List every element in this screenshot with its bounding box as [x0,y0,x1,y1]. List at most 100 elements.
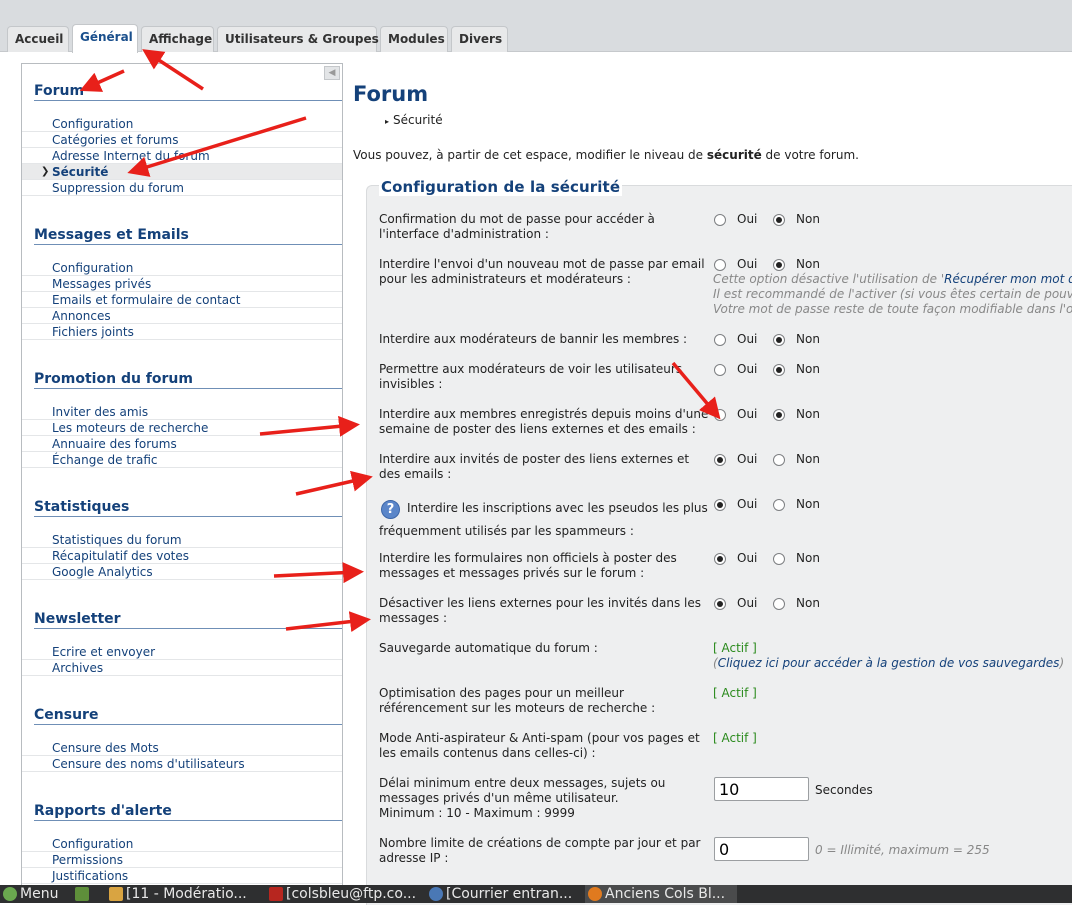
desktop-taskbar: Menu [11 - Modératio... [colsbleu@ftp.co… [0,885,1072,903]
radio-guests-links-non[interactable] [773,454,785,466]
mint-menu-icon [3,887,17,901]
radio-new-password-email-oui[interactable] [714,259,726,271]
sidebar-section-promotion[interactable]: Promotion du forum [34,371,342,389]
sidebar-item-messages-prives[interactable]: Messages privés [22,276,342,292]
radio-mod-ban-non[interactable] [773,334,785,346]
label-line: messages privés d'un même utilisateur. [379,791,619,805]
radio-mod-ban-oui[interactable] [714,334,726,346]
setting-note-line: Votre mot de passe reste de toute façon … [713,302,1072,316]
status-badge-auto-backup: [ Actif ] [713,641,757,655]
option-label-oui: Oui [737,452,758,466]
sidebar-item-moteurs-recherche[interactable]: Les moteurs de recherche [22,420,342,436]
tab-divers[interactable]: Divers [451,26,508,52]
taskbar-text-editor[interactable]: [11 - Modératio... [106,885,258,903]
tab-general[interactable]: Général [72,24,138,53]
sidebar-item-censure-mots[interactable]: Censure des Mots [22,740,342,756]
setting-label-mod-ban: Interdire aux modérateurs de bannir les … [379,332,688,346]
admin-sidebar: ◀ Forum Configuration Catégories et foru… [21,63,343,893]
radio-spam-pseudos-non[interactable] [773,499,785,511]
intro-bold: sécurité [706,148,762,162]
radio-mod-see-invisible-non[interactable] [773,364,785,376]
sidebar-item-securite[interactable]: ❯ Sécurité [22,164,342,180]
sidebar-item-censure-noms[interactable]: Censure des noms d'utilisateurs [22,756,342,772]
sidebar-section-forum[interactable]: Forum [34,83,342,101]
tab-accueil[interactable]: Accueil [7,26,69,52]
top-tab-bar: Accueil Général Affichage Utilisateurs &… [0,0,1072,53]
radio-guest-external-links-non[interactable] [773,598,785,610]
sidebar-item-echange-trafic[interactable]: Échange de trafic [22,452,342,468]
radio-new-members-links-oui[interactable] [714,409,726,421]
sidebar-section-newsletter[interactable]: Newsletter [34,611,342,629]
option-label-oui: Oui [737,362,758,376]
paren: ) [1059,656,1065,670]
radio-unofficial-forms-oui[interactable] [714,553,726,565]
radio-new-password-email-non[interactable] [773,259,785,271]
radio-unofficial-forms-non[interactable] [773,553,785,565]
sidebar-item-emails-contact[interactable]: Emails et formulaire de contact [22,292,342,308]
taskbar-filezilla[interactable]: [colsbleu@ftp.co... [266,885,420,903]
collapse-sidebar-icon[interactable]: ◀ [324,66,340,80]
breadcrumb-arrow-icon: ▸ [385,117,390,126]
sidebar-item-annonces[interactable]: Annonces [22,308,342,324]
option-label-non: Non [796,332,820,346]
sidebar-item-annuaire-forums[interactable]: Annuaire des forums [22,436,342,452]
taskbar-firefox[interactable]: Anciens Cols Bl... [585,885,737,903]
option-label-non: Non [796,257,820,271]
setting-label-new-members-links: Interdire aux membres enregistrés depuis… [379,407,709,436]
tab-utilisateurs-groupes[interactable]: Utilisateurs & Groupes [217,26,379,52]
sidebar-section-statistiques[interactable]: Statistiques [34,499,342,517]
radio-password-confirmation-non[interactable] [773,214,785,226]
sidebar-section-rapports-alerte[interactable]: Rapports d'alerte [34,803,342,821]
option-label-oui: Oui [737,407,758,421]
sidebar-item-categories-forums[interactable]: Catégories et forums [22,132,342,148]
breadcrumb-current: Sécurité [393,113,443,127]
option-label-non: Non [796,212,820,226]
sidebar-item-forum-configuration[interactable]: Configuration [22,116,342,132]
breadcrumb: ▸ Sécurité [385,113,443,127]
setting-label-new-password-email: Interdire l'envoi d'un nouveau mot de pa… [379,257,705,286]
thunderbird-icon [429,887,443,901]
sidebar-section-messages-emails[interactable]: Messages et Emails [34,227,342,245]
sidebar-item-archives[interactable]: Archives [22,660,342,676]
sidebar-item-ecrire-envoyer[interactable]: Ecrire et envoyer [22,644,342,660]
filezilla-icon [269,887,283,901]
tab-affichage[interactable]: Affichage [141,26,214,52]
recover-password-link[interactable]: Récupérer mon mot de p [944,272,1072,286]
sidebar-item-permissions[interactable]: Permissions [22,852,342,868]
radio-new-members-links-non[interactable] [773,409,785,421]
account-limit-input[interactable] [714,837,809,861]
sidebar-item-label: Sécurité [52,165,109,179]
tab-modules[interactable]: Modules [380,26,448,52]
radio-guests-links-oui[interactable] [714,454,726,466]
sidebar-item-justifications[interactable]: Justifications [22,868,342,884]
setting-label-spam-pseudos: Interdire les inscriptions avec les pseu… [379,501,708,538]
taskbar-thunderbird[interactable]: [Courrier entran... [426,885,578,903]
post-delay-input[interactable] [714,777,809,801]
radio-mod-see-invisible-oui[interactable] [714,364,726,376]
backup-management-link[interactable]: Cliquez ici pour accéder à la gestion de… [718,656,1060,670]
sidebar-item-fichiers-joints[interactable]: Fichiers joints [22,324,342,340]
option-label-non: Non [796,551,820,565]
option-label-non: Non [796,497,820,511]
sidebar-item-google-analytics[interactable]: Google Analytics [22,564,342,580]
setting-label-guests-links: Interdire aux invités de poster des lien… [379,452,690,481]
taskbar-terminal[interactable] [72,885,96,903]
sidebar-item-recap-votes[interactable]: Récapitulatif des votes [22,548,342,564]
sidebar-item-messages-configuration[interactable]: Configuration [22,260,342,276]
firefox-icon [588,887,602,901]
taskbar-label: Anciens Cols Bl... [605,886,726,902]
taskbar-menu[interactable]: Menu [0,885,70,903]
option-label-oui: Oui [737,596,758,610]
sidebar-item-stats-forum[interactable]: Statistiques du forum [22,532,342,548]
setting-label-mod-see-invisible: Permettre aux modérateurs de voir les ut… [379,362,683,391]
radio-guest-external-links-oui[interactable] [714,598,726,610]
sidebar-section-censure[interactable]: Censure [34,707,342,725]
sidebar-item-suppression[interactable]: Suppression du forum [22,180,342,196]
setting-label-password-confirmation: Confirmation du mot de passe pour accéde… [379,212,655,241]
sidebar-item-inviter-amis[interactable]: Inviter des amis [22,404,342,420]
sidebar-item-adresse-internet[interactable]: Adresse Internet du forum [22,148,342,164]
intro-text: Vous pouvez, à partir de cet espace, mod… [353,148,707,162]
sidebar-item-rapports-configuration[interactable]: Configuration [22,836,342,852]
radio-password-confirmation-oui[interactable] [714,214,726,226]
radio-spam-pseudos-oui[interactable] [714,499,726,511]
